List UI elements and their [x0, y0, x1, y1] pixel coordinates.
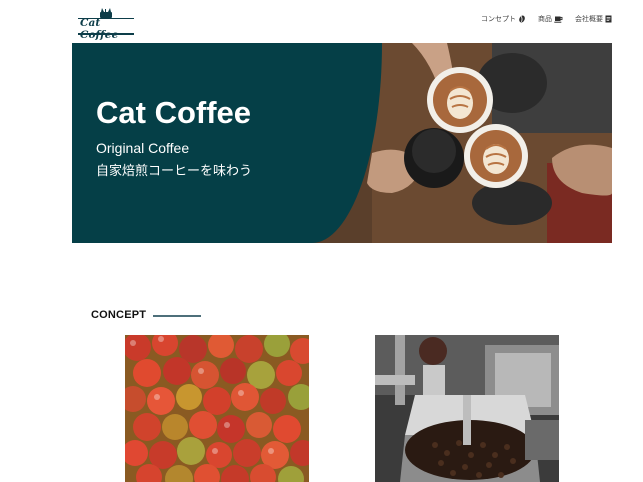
nav-item-products[interactable]: 商品 [538, 14, 563, 24]
coffee-cherries-picture [125, 335, 309, 482]
nav-label-products: 商品 [538, 15, 552, 23]
nav-label-company: 会社概要 [575, 15, 603, 23]
concept-heading: CONCEPT [91, 309, 147, 321]
document-icon [605, 15, 612, 23]
coffee-bean-icon [519, 15, 525, 23]
hero-tagline: 自家焙煎コーヒーを味わう [96, 164, 253, 179]
logo-rule-bottom [78, 33, 134, 35]
image-coffee-cherries [125, 335, 309, 482]
hero-subtitle: Original Coffee [96, 140, 190, 156]
main-nav: コンセプト 商品 会社概要 [481, 14, 612, 24]
image-coffee-roaster [375, 335, 559, 482]
logo-text: Cat Coffee [80, 17, 119, 41]
coffee-cup-icon [554, 16, 563, 23]
site-logo[interactable]: Cat Coffee [78, 8, 134, 41]
hero-banner: Cat Coffee Original Coffee 自家焙煎コーヒーを味わう [72, 43, 612, 243]
concept-heading-rule [153, 315, 201, 317]
hero-title: Cat Coffee [96, 95, 252, 130]
coffee-roaster-picture [375, 335, 559, 482]
nav-item-concept[interactable]: コンセプト [481, 14, 526, 24]
nav-label-concept: コンセプト [481, 15, 516, 23]
nav-item-company[interactable]: 会社概要 [575, 14, 612, 24]
